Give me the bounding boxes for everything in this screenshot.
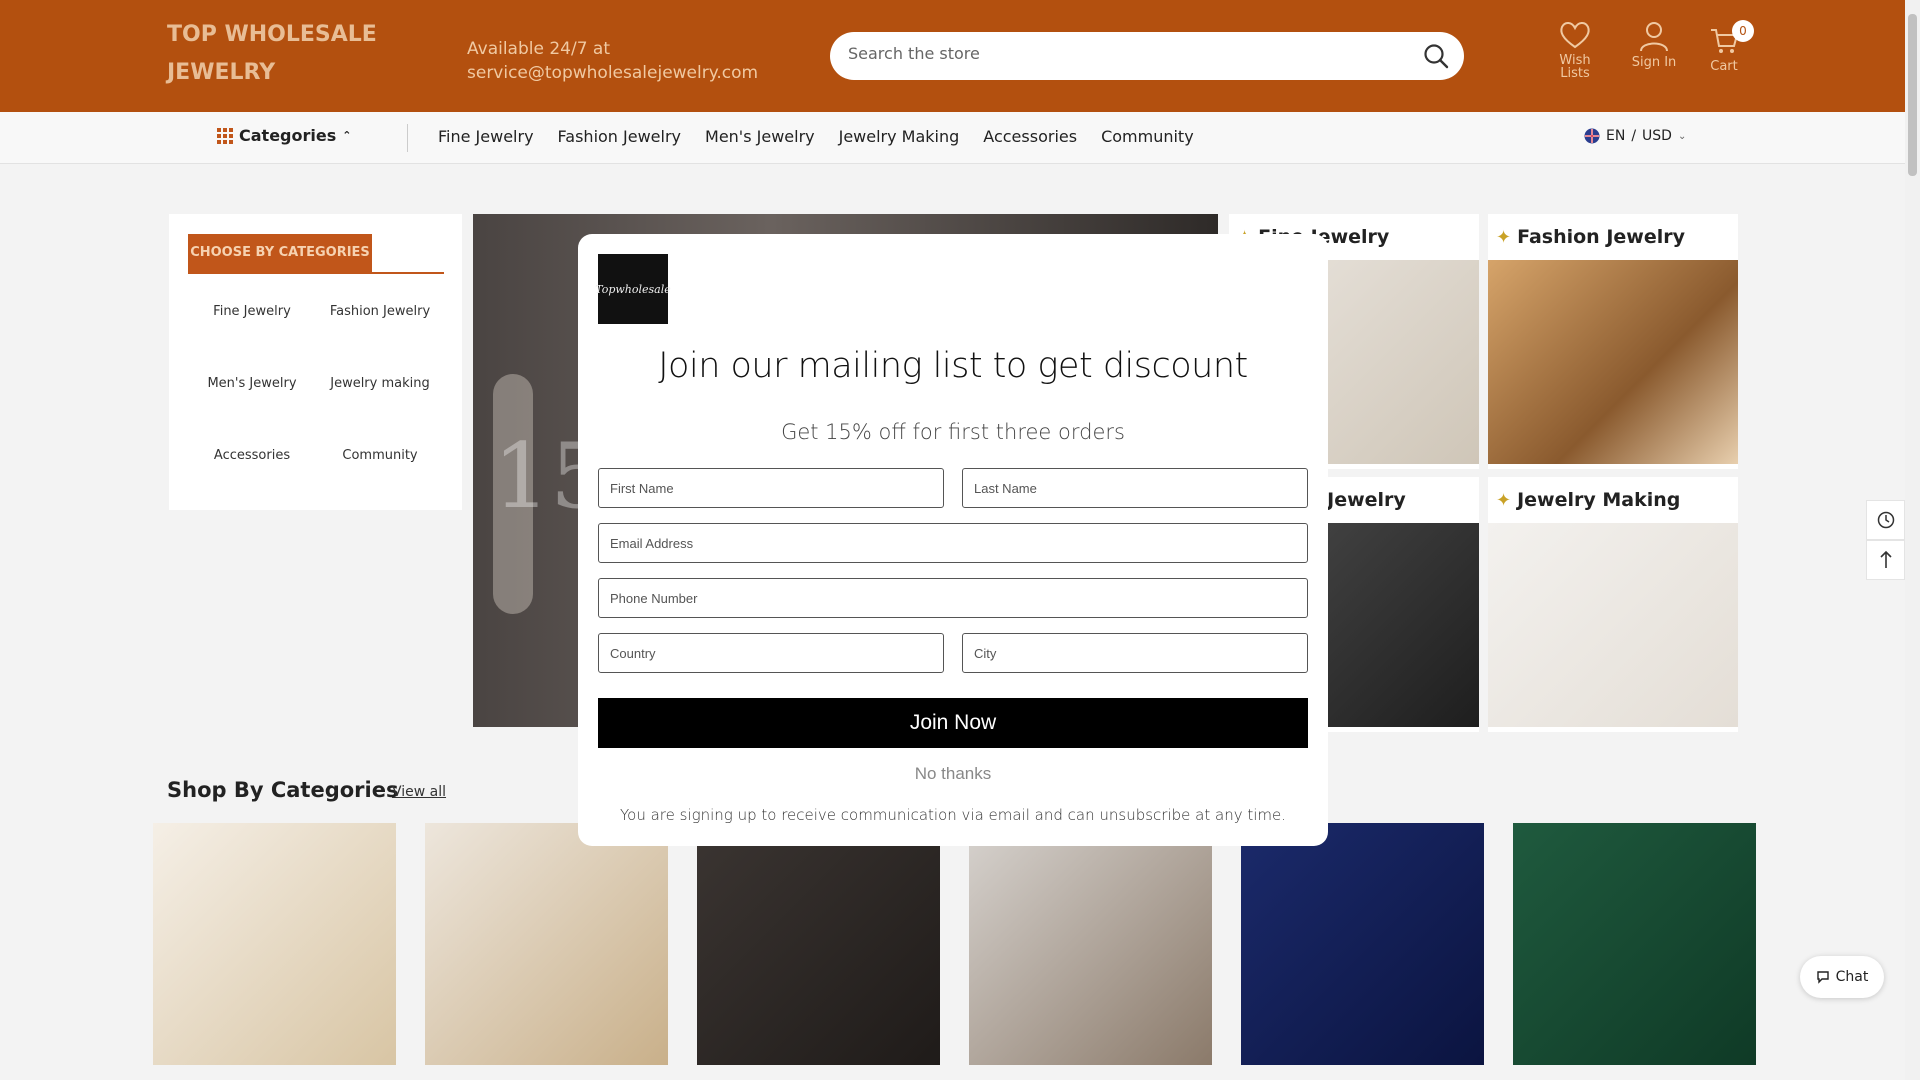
country-field — [598, 633, 944, 673]
popup-logo: Topwholesale — [595, 254, 671, 324]
city-field — [962, 633, 1308, 673]
popup-disclaimer: You are signing up to receive communicat… — [619, 806, 1286, 824]
phone-field — [598, 578, 1308, 618]
last-name-field — [962, 468, 1308, 508]
join-now-button[interactable]: Join Now — [598, 698, 1308, 748]
popup-logo-text: Topwholesale — [595, 282, 671, 296]
email-field — [598, 523, 1308, 563]
last-name-input[interactable] — [963, 469, 1307, 507]
page-scrollbar[interactable] — [1905, 0, 1920, 1080]
first-name-field — [598, 468, 944, 508]
newsletter-popup: Topwholesale Join our mailing list to ge… — [578, 234, 1328, 846]
no-thanks-link[interactable]: No thanks — [578, 764, 1328, 784]
city-input[interactable] — [963, 634, 1307, 672]
phone-input[interactable] — [599, 579, 1307, 617]
popup-subtitle: Get 15% off for first three orders — [781, 420, 1125, 444]
scrollbar-thumb[interactable] — [1908, 14, 1917, 176]
country-input[interactable] — [599, 634, 943, 672]
first-name-input[interactable] — [599, 469, 943, 507]
popup-title: Join our mailing list to get discount — [658, 346, 1248, 386]
email-input[interactable] — [599, 524, 1307, 562]
